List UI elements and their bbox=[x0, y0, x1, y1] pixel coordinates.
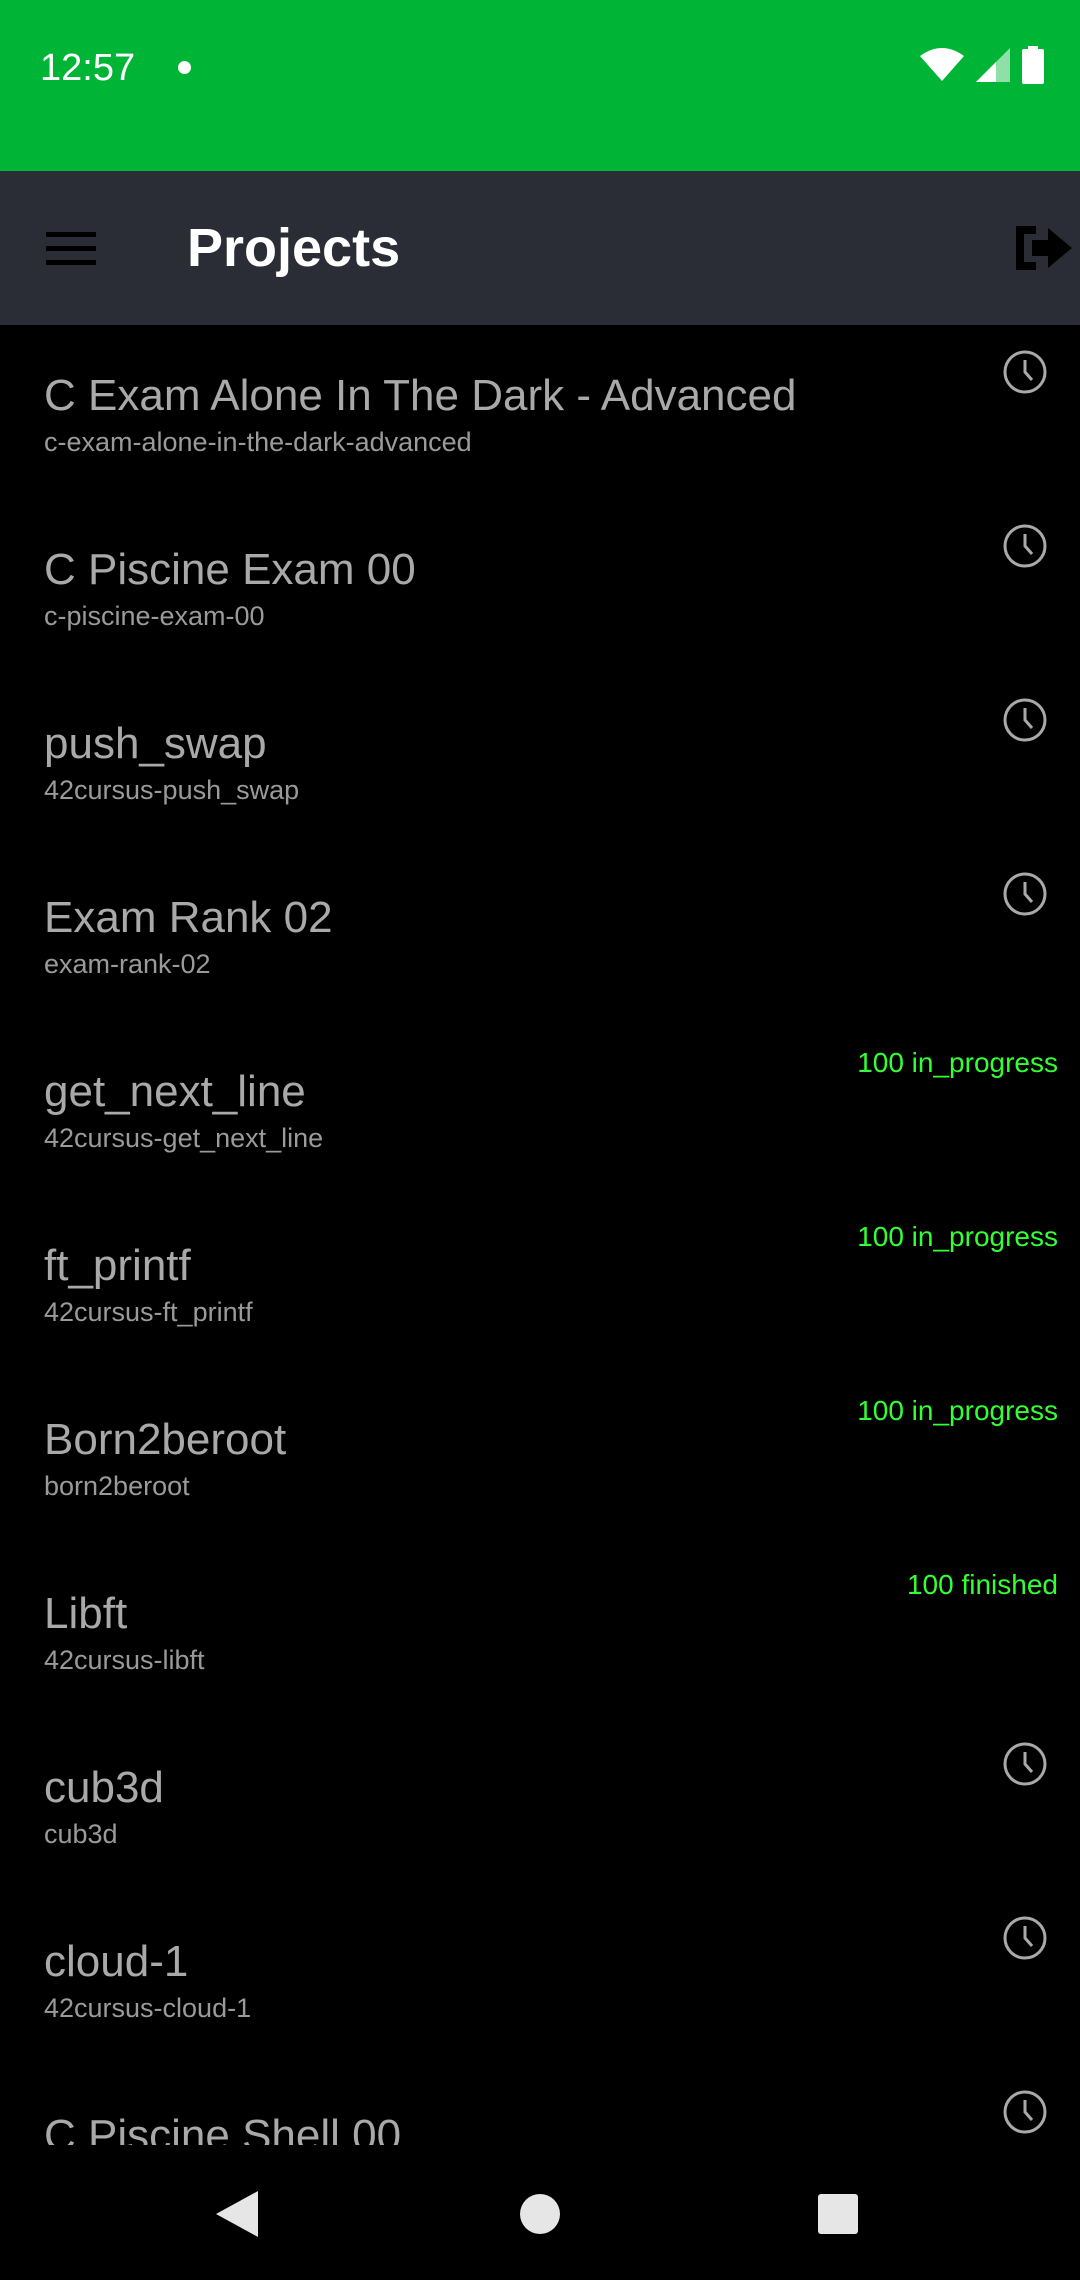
status-badge: 100 in_progress bbox=[857, 1221, 1058, 1252]
back-triangle-icon[interactable] bbox=[216, 2191, 260, 2237]
status-icons bbox=[920, 46, 1044, 84]
clock-icon bbox=[1003, 2090, 1047, 2134]
project-slug: 42cursus-libft bbox=[44, 1645, 205, 1675]
project-slug: 42cursus-ft_printf bbox=[44, 1297, 253, 1327]
project-name: Libft bbox=[44, 1589, 128, 1638]
project-list: C Exam Alone In The Dark - Advanced c-ex… bbox=[0, 325, 1080, 2145]
page-title: Projects bbox=[187, 218, 401, 278]
project-slug: c-exam-alone-in-the-dark-advanced bbox=[44, 427, 472, 457]
project-slug: exam-rank-02 bbox=[44, 949, 211, 979]
list-item[interactable]: C Piscine Shell 00 bbox=[0, 2065, 1080, 2145]
project-slug: c-piscine-exam-00 bbox=[44, 601, 265, 631]
project-name: push_swap bbox=[44, 719, 267, 768]
clock-icon bbox=[1003, 350, 1047, 394]
list-item[interactable]: ft_printf 42cursus-ft_printf 100 in_prog… bbox=[0, 1195, 1080, 1369]
status-bar: 12:57 bbox=[0, 0, 1080, 171]
notification-dot-icon bbox=[178, 61, 191, 74]
project-name: ft_printf bbox=[44, 1241, 191, 1290]
clock-icon bbox=[1003, 698, 1047, 742]
list-item[interactable]: Libft 42cursus-libft 100 finished bbox=[0, 1543, 1080, 1717]
list-item[interactable]: C Piscine Exam 00 c-piscine-exam-00 bbox=[0, 499, 1080, 673]
hamburger-menu-icon bbox=[46, 232, 96, 265]
screen: 12:57 Projects C Exam Alone In The Dark … bbox=[0, 0, 1080, 2280]
clock-icon bbox=[1003, 872, 1047, 916]
status-time: 12:57 bbox=[40, 47, 136, 89]
list-item[interactable]: cloud-1 42cursus-cloud-1 bbox=[0, 1891, 1080, 2065]
status-badge: 100 in_progress bbox=[857, 1047, 1058, 1078]
list-item[interactable]: get_next_line 42cursus-get_next_line 100… bbox=[0, 1021, 1080, 1195]
list-item[interactable]: Exam Rank 02 exam-rank-02 bbox=[0, 847, 1080, 1021]
home-circle-icon[interactable] bbox=[520, 2194, 560, 2234]
app-bar: Projects bbox=[0, 171, 1080, 325]
project-slug: 42cursus-cloud-1 bbox=[44, 1993, 252, 2023]
list-item[interactable]: cub3d cub3d bbox=[0, 1717, 1080, 1891]
project-name: C Exam Alone In The Dark - Advanced bbox=[44, 371, 797, 420]
clock-icon bbox=[1003, 1916, 1047, 1960]
list-item[interactable]: push_swap 42cursus-push_swap bbox=[0, 673, 1080, 847]
menu-button[interactable] bbox=[36, 218, 106, 278]
status-badge: 100 in_progress bbox=[857, 1395, 1058, 1426]
project-name: Exam Rank 02 bbox=[44, 893, 333, 942]
system-nav-bar bbox=[0, 2145, 1080, 2280]
project-name: C Piscine Exam 00 bbox=[44, 545, 416, 594]
project-slug: 42cursus-get_next_line bbox=[44, 1123, 324, 1153]
logout-button[interactable] bbox=[1010, 218, 1080, 278]
project-name: C Piscine Shell 00 bbox=[44, 2111, 402, 2145]
wifi-icon bbox=[920, 48, 964, 81]
project-name: cub3d bbox=[44, 1763, 164, 1812]
battery-icon bbox=[1022, 46, 1044, 84]
list-item[interactable]: Born2beroot born2beroot 100 in_progress bbox=[0, 1369, 1080, 1543]
project-slug: cub3d bbox=[44, 1819, 118, 1849]
logout-icon bbox=[1016, 226, 1072, 270]
recents-square-icon[interactable] bbox=[818, 2194, 858, 2234]
project-slug: 42cursus-push_swap bbox=[44, 775, 300, 805]
cellular-signal-icon bbox=[976, 48, 1010, 82]
clock-icon bbox=[1003, 524, 1047, 568]
project-name: get_next_line bbox=[44, 1067, 306, 1116]
project-name: cloud-1 bbox=[44, 1937, 189, 1986]
list-item[interactable]: C Exam Alone In The Dark - Advanced c-ex… bbox=[0, 325, 1080, 499]
project-slug: born2beroot bbox=[44, 1471, 190, 1501]
status-badge: 100 finished bbox=[906, 1569, 1058, 1600]
project-name: Born2beroot bbox=[44, 1415, 287, 1464]
clock-icon bbox=[1003, 1742, 1047, 1786]
